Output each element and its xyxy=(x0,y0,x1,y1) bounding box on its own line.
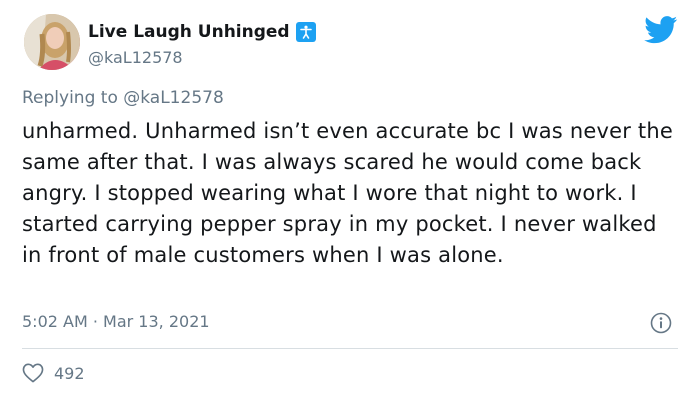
accessibility-badge-icon xyxy=(295,22,316,42)
avatar-image xyxy=(24,14,80,70)
twitter-bird-icon[interactable] xyxy=(644,16,678,44)
divider xyxy=(22,348,678,349)
replying-prefix: Replying to xyxy=(22,88,124,108)
user-handle[interactable]: @kaL12578 xyxy=(88,48,183,67)
display-name[interactable]: Live Laugh Unhinged xyxy=(88,22,290,42)
reply-mention-link[interactable]: @kaL12578 xyxy=(123,88,224,108)
info-icon[interactable] xyxy=(650,312,672,334)
like-count: 492 xyxy=(54,363,85,383)
heart-icon xyxy=(22,363,44,383)
avatar[interactable] xyxy=(24,14,80,70)
name-row: Live Laugh Unhinged xyxy=(88,22,316,42)
tweet-text: unharmed. Unharmed isn’t even accurate b… xyxy=(22,119,673,267)
like-button[interactable]: 492 xyxy=(22,363,85,383)
tweet-timestamp[interactable]: 5:02 AM · Mar 13, 2021 xyxy=(22,312,210,331)
replying-to: Replying to @kaL12578 xyxy=(22,88,224,108)
